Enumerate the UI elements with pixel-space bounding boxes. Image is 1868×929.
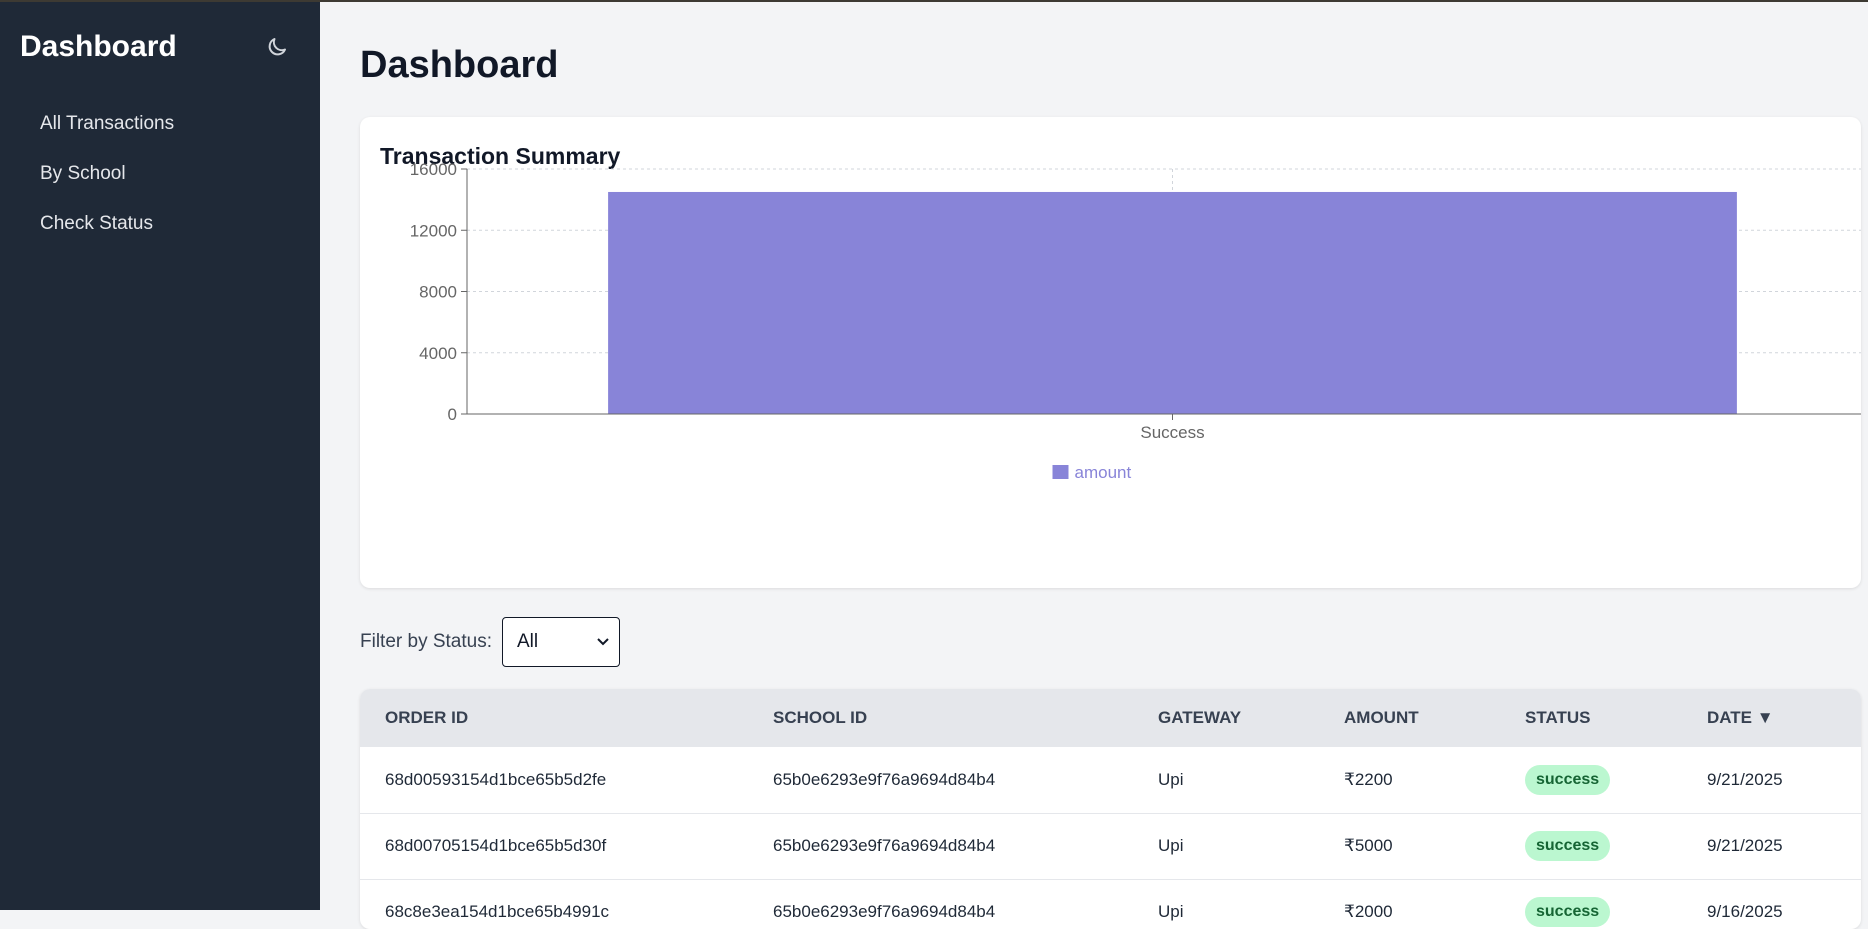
theme-toggle-button[interactable]: [262, 32, 292, 62]
legend-swatch: [1052, 465, 1069, 479]
cell-amount: ₹5000: [1344, 836, 1393, 855]
sidebar: Dashboard All Transactions By School Che…: [0, 2, 320, 910]
y-tick-label: 4000: [419, 344, 457, 363]
table-row[interactable]: 68d00705154d1bce65b5d30f 65b0e6293e9f76a…: [360, 813, 1861, 879]
transactions-table: ORDER ID SCHOOL ID GATEWAY AMOUNT STATUS…: [360, 689, 1861, 929]
sidebar-item-check-status[interactable]: Check Status: [40, 210, 174, 260]
filter-label: Filter by Status:: [360, 631, 492, 652]
filter-selected-value: All: [517, 631, 539, 652]
sidebar-item-all-transactions[interactable]: All Transactions: [40, 110, 174, 160]
status-filter: Filter by Status: All: [360, 617, 620, 667]
cell-school-id: 65b0e6293e9f76a9694d84b4: [773, 769, 996, 789]
column-header-school-id[interactable]: SCHOOL ID: [748, 689, 1133, 747]
chevron-down-icon: [597, 638, 609, 646]
table-row[interactable]: 68d00593154d1bce65b5d2fe 65b0e6293e9f76a…: [360, 747, 1861, 813]
cell-amount: ₹2200: [1344, 769, 1393, 789]
cell-status: success: [1500, 813, 1682, 879]
cell-date: 9/21/2025: [1707, 769, 1783, 789]
table-row[interactable]: 68c8e3ea154d1bce65b4991c 65b0e6293e9f76a…: [360, 879, 1861, 929]
cell-school-id: 65b0e6293e9f76a9694d84b4: [773, 836, 996, 855]
cell-gateway: Upi: [1158, 769, 1184, 789]
y-tick-label: 0: [448, 405, 457, 424]
status-badge: success: [1525, 764, 1611, 795]
column-header-amount[interactable]: AMOUNT: [1319, 689, 1500, 747]
bar: [608, 191, 1737, 414]
y-tick-label: 8000: [419, 283, 457, 302]
status-filter-select[interactable]: All: [502, 617, 620, 667]
table-header-row: ORDER ID SCHOOL ID GATEWAY AMOUNT STATUS…: [360, 689, 1861, 747]
cell-date: 9/21/2025: [1707, 836, 1783, 855]
cell-amount: ₹2000: [1344, 902, 1393, 921]
y-tick-label: 12000: [410, 221, 457, 240]
status-badge: success: [1525, 897, 1611, 927]
moon-icon: [268, 38, 286, 56]
cell-date: 9/16/2025: [1707, 902, 1783, 921]
cell-order-id: 68d00593154d1bce65b5d2fe: [385, 769, 607, 789]
status-badge: success: [1525, 831, 1611, 861]
transaction-summary-card: Transaction Summary 0 4000 8000 12000 16000 S…: [360, 117, 1861, 588]
transaction-summary-chart: 0 4000 8000 12000 16000 Success amount: [410, 160, 1861, 482]
page-title: Dashboard: [360, 44, 559, 86]
legend-label: amount: [1075, 463, 1132, 482]
window-top-border: [0, 0, 1868, 2]
column-header-date[interactable]: DATE ▼: [1682, 689, 1861, 747]
sidebar-item-by-school[interactable]: By School: [40, 160, 174, 210]
cell-gateway: Upi: [1158, 902, 1184, 921]
cell-status: success: [1500, 879, 1682, 929]
column-header-gateway[interactable]: GATEWAY: [1133, 689, 1319, 747]
column-header-order-id[interactable]: ORDER ID: [360, 689, 748, 747]
x-tick-label: Success: [1140, 423, 1204, 442]
cell-status: success: [1500, 747, 1682, 813]
sidebar-nav: All Transactions By School Check Status: [40, 110, 174, 260]
transactions-table-container: ORDER ID SCHOOL ID GATEWAY AMOUNT STATUS…: [360, 689, 1861, 929]
cell-order-id: 68c8e3ea154d1bce65b4991c: [385, 902, 610, 921]
main-content: Dashboard Transaction Summary 0 4000 8000 1…: [320, 2, 1868, 929]
y-tick-label: 16000: [410, 160, 457, 179]
cell-order-id: 68d00705154d1bce65b5d30f: [385, 836, 607, 855]
sidebar-brand: Dashboard: [20, 30, 177, 63]
cell-gateway: Upi: [1158, 836, 1184, 855]
cell-school-id: 65b0e6293e9f76a9694d84b4: [773, 902, 996, 921]
column-header-status[interactable]: STATUS: [1500, 689, 1682, 747]
